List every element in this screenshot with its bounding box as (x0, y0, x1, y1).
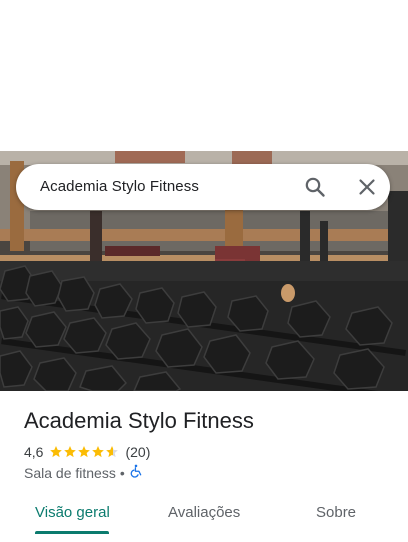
place-title: Academia Stylo Fitness (24, 408, 254, 433)
place-tabs: Visão geral Avaliações Sobre (0, 496, 408, 536)
category-label: Sala de fitness (24, 464, 116, 481)
wheelchair-icon (129, 464, 143, 481)
star-icon (78, 446, 91, 458)
search-input[interactable]: Academia Stylo Fitness (40, 178, 199, 195)
rating-value: 4,6 (24, 444, 44, 460)
review-count[interactable]: (20) (125, 444, 150, 460)
separator-dot: • (119, 464, 125, 481)
search-icon[interactable] (303, 175, 327, 199)
rating-row[interactable]: 4,6 (20) (24, 443, 150, 461)
star-icon (106, 446, 119, 458)
category-row: Sala de fitness • (24, 464, 143, 481)
star-icon (64, 446, 77, 458)
tab-overview[interactable]: Visão geral (35, 504, 110, 521)
tab-about[interactable]: Sobre (316, 504, 356, 521)
star-icon (50, 446, 63, 458)
star-icon (92, 446, 105, 458)
map-blank-area (0, 0, 408, 151)
place-photo[interactable]: Academia Stylo Fitness (0, 151, 408, 391)
rating-stars (49, 445, 119, 459)
tab-reviews[interactable]: Avaliações (168, 504, 240, 521)
active-tab-indicator (35, 531, 109, 534)
search-bar[interactable]: Academia Stylo Fitness (16, 164, 390, 210)
close-icon[interactable] (355, 175, 379, 199)
